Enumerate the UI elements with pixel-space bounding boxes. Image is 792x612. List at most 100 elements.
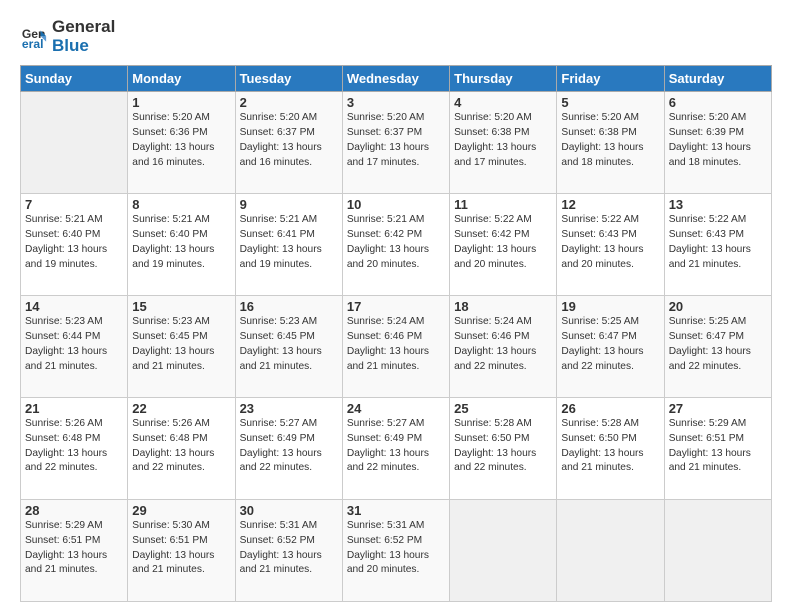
day-cell: 20Sunrise: 5:25 AMSunset: 6:47 PMDayligh… [664, 296, 771, 398]
day-info-line: Sunrise: 5:20 AM [561, 112, 639, 123]
day-info-line: Sunset: 6:46 PM [347, 331, 422, 342]
day-info-line: Daylight: 13 hours [669, 142, 751, 153]
day-info-line: Sunset: 6:40 PM [132, 229, 207, 240]
day-info-line: and 21 minutes. [347, 361, 420, 372]
day-info-line: Daylight: 13 hours [347, 346, 429, 357]
day-info-line: Daylight: 13 hours [132, 448, 214, 459]
day-info-line: Sunset: 6:41 PM [240, 229, 315, 240]
day-cell: 21Sunrise: 5:26 AMSunset: 6:48 PMDayligh… [21, 398, 128, 500]
day-info: Sunrise: 5:22 AMSunset: 6:43 PMDaylight:… [561, 213, 659, 272]
day-info: Sunrise: 5:23 AMSunset: 6:45 PMDaylight:… [240, 315, 338, 374]
day-number: 14 [25, 299, 123, 314]
day-info-line: and 21 minutes. [669, 259, 742, 270]
day-cell: 23Sunrise: 5:27 AMSunset: 6:49 PMDayligh… [235, 398, 342, 500]
day-cell: 29Sunrise: 5:30 AMSunset: 6:51 PMDayligh… [128, 500, 235, 602]
day-info-line: Daylight: 13 hours [240, 142, 322, 153]
weekday-header-row: SundayMondayTuesdayWednesdayThursdayFrid… [21, 66, 772, 92]
day-info: Sunrise: 5:29 AMSunset: 6:51 PMDaylight:… [25, 519, 123, 578]
day-number: 3 [347, 95, 445, 110]
day-info: Sunrise: 5:28 AMSunset: 6:50 PMDaylight:… [454, 417, 552, 476]
day-number: 20 [669, 299, 767, 314]
day-info-line: Daylight: 13 hours [454, 244, 536, 255]
day-number: 5 [561, 95, 659, 110]
day-info-line: Sunrise: 5:23 AM [25, 316, 103, 327]
day-info-line: Daylight: 13 hours [347, 550, 429, 561]
day-info-line: and 19 minutes. [25, 259, 98, 270]
calendar-table: SundayMondayTuesdayWednesdayThursdayFrid… [20, 65, 772, 602]
day-info-line: and 22 minutes. [132, 462, 205, 473]
day-info-line: Sunset: 6:46 PM [454, 331, 529, 342]
day-info-line: Daylight: 13 hours [240, 244, 322, 255]
day-info: Sunrise: 5:25 AMSunset: 6:47 PMDaylight:… [561, 315, 659, 374]
weekday-thursday: Thursday [450, 66, 557, 92]
day-info-line: and 22 minutes. [347, 462, 420, 473]
day-info-line: Sunrise: 5:21 AM [240, 214, 318, 225]
day-cell: 10Sunrise: 5:21 AMSunset: 6:42 PMDayligh… [342, 194, 449, 296]
logo-icon: Gen eral [20, 23, 48, 51]
weekday-friday: Friday [557, 66, 664, 92]
day-cell: 5Sunrise: 5:20 AMSunset: 6:38 PMDaylight… [557, 92, 664, 194]
day-cell: 11Sunrise: 5:22 AMSunset: 6:42 PMDayligh… [450, 194, 557, 296]
day-cell: 6Sunrise: 5:20 AMSunset: 6:39 PMDaylight… [664, 92, 771, 194]
day-cell: 1Sunrise: 5:20 AMSunset: 6:36 PMDaylight… [128, 92, 235, 194]
day-info: Sunrise: 5:21 AMSunset: 6:40 PMDaylight:… [132, 213, 230, 272]
day-info-line: and 19 minutes. [240, 259, 313, 270]
week-row-1: 7 Sunrise: 5:21 AM Sunset: 6:40 PM Daylight… [21, 194, 772, 296]
day-info: Sunrise: 5:25 AMSunset: 6:47 PMDaylight:… [669, 315, 767, 374]
day-info-line: and 22 minutes. [25, 462, 98, 473]
day-cell: 13Sunrise: 5:22 AMSunset: 6:43 PMDayligh… [664, 194, 771, 296]
day-cell: 30Sunrise: 5:31 AMSunset: 6:52 PMDayligh… [235, 500, 342, 602]
calendar-body: 1Sunrise: 5:20 AMSunset: 6:36 PMDaylight… [21, 92, 772, 602]
day-info-line: Sunrise: 5:20 AM [347, 112, 425, 123]
day-info-line: Sunrise: 5:20 AM [132, 112, 210, 123]
day-cell: 17Sunrise: 5:24 AMSunset: 6:46 PMDayligh… [342, 296, 449, 398]
day-info-line: Daylight: 13 hours [454, 448, 536, 459]
day-info-line: Daylight: 13 hours [347, 448, 429, 459]
day-info: Sunrise: 5:20 AMSunset: 6:38 PMDaylight:… [561, 111, 659, 170]
day-info-line: Sunrise: 5:21 AM [347, 214, 425, 225]
day-info-line: Sunset: 6:51 PM [132, 535, 207, 546]
day-info-line: and 17 minutes. [347, 157, 420, 168]
day-info-line: and 21 minutes. [25, 564, 98, 575]
day-info-line: Daylight: 13 hours [25, 346, 107, 357]
day-cell: 14Sunrise: 5:23 AMSunset: 6:44 PMDayligh… [21, 296, 128, 398]
day-info-line: and 21 minutes. [561, 462, 634, 473]
day-info-line: Sunset: 6:37 PM [240, 127, 315, 138]
day-info: Sunrise: 5:20 AMSunset: 6:39 PMDaylight:… [669, 111, 767, 170]
day-number: 24 [347, 401, 445, 416]
day-number: 7 [25, 197, 123, 212]
day-cell: 31Sunrise: 5:31 AMSunset: 6:52 PMDayligh… [342, 500, 449, 602]
day-info-line: Sunrise: 5:28 AM [561, 418, 639, 429]
day-number: 26 [561, 401, 659, 416]
day-cell: 27Sunrise: 5:29 AMSunset: 6:51 PMDayligh… [664, 398, 771, 500]
day-info-line: Sunset: 6:52 PM [347, 535, 422, 546]
day-info-line: Sunset: 6:48 PM [25, 433, 100, 444]
day-info-line: and 20 minutes. [347, 259, 420, 270]
day-info-line: Sunset: 6:45 PM [132, 331, 207, 342]
day-info-line: Daylight: 13 hours [669, 448, 751, 459]
day-cell: 22Sunrise: 5:26 AMSunset: 6:48 PMDayligh… [128, 398, 235, 500]
weekday-saturday: Saturday [664, 66, 771, 92]
day-info: Sunrise: 5:27 AMSunset: 6:49 PMDaylight:… [240, 417, 338, 476]
day-info-line: and 21 minutes. [240, 564, 313, 575]
day-info: Sunrise: 5:24 AMSunset: 6:46 PMDaylight:… [347, 315, 445, 374]
day-info: Sunrise: 5:27 AMSunset: 6:49 PMDaylight:… [347, 417, 445, 476]
day-info-line: Daylight: 13 hours [240, 346, 322, 357]
day-info-line: Sunset: 6:43 PM [669, 229, 744, 240]
day-cell: 2Sunrise: 5:20 AMSunset: 6:37 PMDaylight… [235, 92, 342, 194]
day-info-line: Sunrise: 5:26 AM [132, 418, 210, 429]
day-info-line: Sunrise: 5:22 AM [454, 214, 532, 225]
day-info-line: Sunset: 6:43 PM [561, 229, 636, 240]
day-info-line: Sunset: 6:42 PM [454, 229, 529, 240]
day-cell: 18Sunrise: 5:24 AMSunset: 6:46 PMDayligh… [450, 296, 557, 398]
day-info-line: Sunset: 6:42 PM [347, 229, 422, 240]
day-info-line: Sunset: 6:39 PM [669, 127, 744, 138]
day-info-line: and 21 minutes. [240, 361, 313, 372]
day-number: 17 [347, 299, 445, 314]
day-cell: 7Sunrise: 5:21 AMSunset: 6:40 PMDaylight… [21, 194, 128, 296]
day-number: 12 [561, 197, 659, 212]
day-info-line: Sunrise: 5:21 AM [132, 214, 210, 225]
day-number: 22 [132, 401, 230, 416]
day-info: Sunrise: 5:23 AMSunset: 6:45 PMDaylight:… [132, 315, 230, 374]
day-info: Sunrise: 5:30 AMSunset: 6:51 PMDaylight:… [132, 519, 230, 578]
